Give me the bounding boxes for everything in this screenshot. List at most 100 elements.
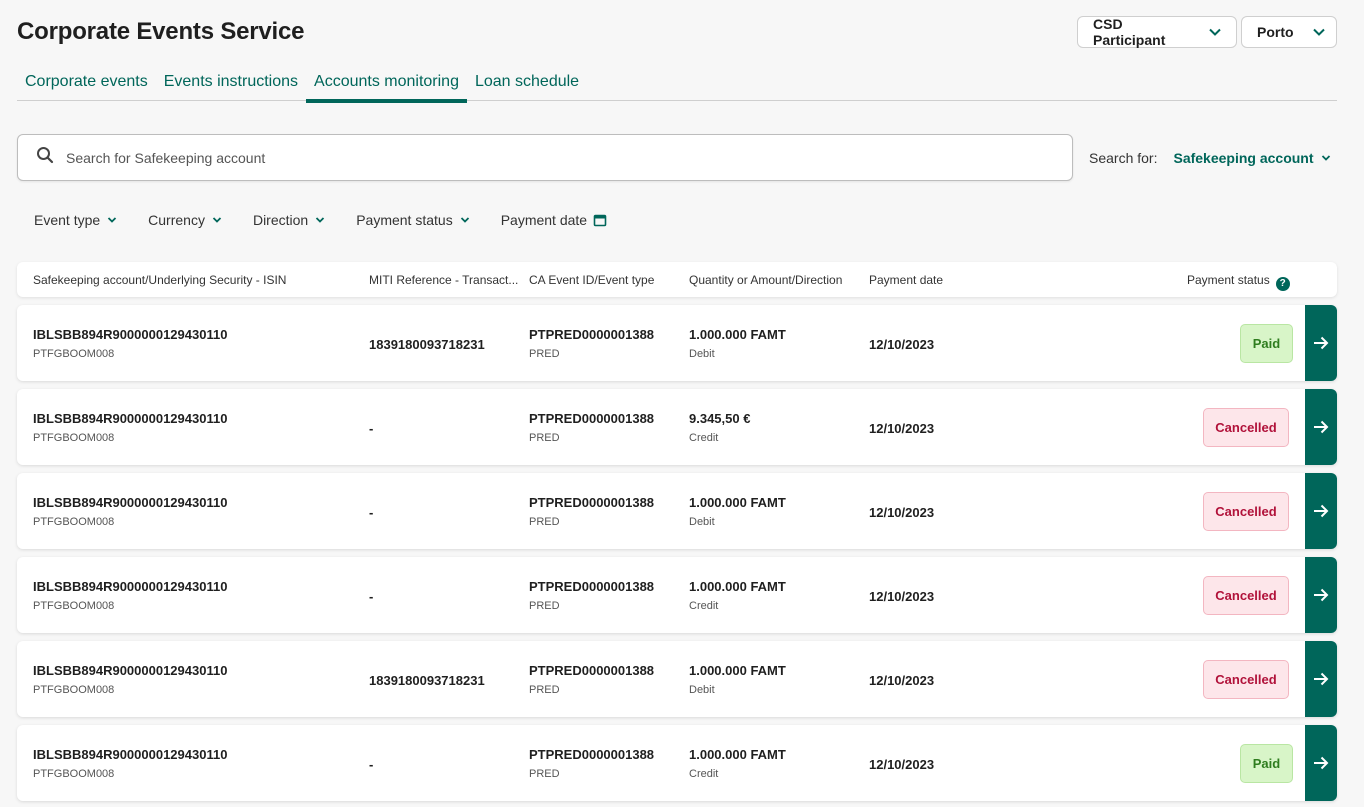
location-select-label: Porto bbox=[1257, 24, 1294, 40]
account: IBLSBB894R9000000129430110 bbox=[33, 327, 228, 342]
filter-event-type[interactable]: Event type bbox=[34, 212, 118, 228]
isin: PTFGBOOM008 bbox=[33, 516, 115, 528]
column-header: Payment status bbox=[1187, 273, 1270, 287]
open-row-button[interactable] bbox=[1305, 641, 1337, 717]
account: IBLSBB894R9000000129430110 bbox=[33, 579, 228, 594]
direction: Debit bbox=[689, 516, 715, 528]
help-icon[interactable]: ? bbox=[1275, 276, 1290, 291]
column-header: Payment date bbox=[869, 273, 944, 287]
filter-label: Direction bbox=[252, 212, 309, 228]
arrow-right-icon bbox=[1314, 336, 1329, 350]
filter-payment-status[interactable]: Payment status bbox=[356, 212, 471, 228]
event-type: PRED bbox=[529, 684, 560, 696]
isin: PTFGBOOM008 bbox=[33, 600, 115, 612]
amount-cell: 9.345,50 € Credit bbox=[689, 411, 750, 444]
arrow-right-icon bbox=[1314, 504, 1329, 518]
chevron-down-icon bbox=[108, 217, 117, 223]
search-for-value: Safekeeping account bbox=[1173, 150, 1314, 166]
amount: 1.000.000 FAMT bbox=[689, 579, 786, 594]
event-type: PRED bbox=[529, 516, 560, 528]
search-for-select[interactable]: Safekeeping account bbox=[1173, 150, 1331, 166]
arrow-right-icon bbox=[1314, 420, 1329, 434]
search-box bbox=[17, 134, 1073, 181]
chevron-down-icon bbox=[1312, 25, 1326, 39]
direction: Credit bbox=[689, 432, 719, 444]
location-select[interactable]: Porto bbox=[1241, 16, 1337, 48]
event-id: PTPRED0000001388 bbox=[529, 579, 655, 594]
chevron-down-icon bbox=[1321, 155, 1330, 161]
amount: 9.345,50 € bbox=[689, 411, 751, 426]
account: IBLSBB894R9000000129430110 bbox=[33, 495, 228, 510]
arrow-right-icon bbox=[1314, 756, 1329, 770]
event-type: PRED bbox=[529, 768, 560, 780]
account-cell: IBLSBB894R9000000129430110 PTFGBOOM008 bbox=[33, 411, 227, 444]
status-badge: Paid bbox=[1240, 324, 1293, 363]
miti-reference: - bbox=[369, 421, 374, 436]
chevron-down-icon bbox=[316, 217, 325, 223]
search-for: Search for: Safekeeping account bbox=[1089, 150, 1332, 166]
filter-label: Payment date bbox=[500, 212, 588, 228]
amount-cell: 1.000.000 FAMT Credit bbox=[689, 747, 786, 780]
tab-accounts-monitoring[interactable]: Accounts monitoring bbox=[306, 66, 467, 103]
search-for-label: Search for: bbox=[1089, 150, 1158, 166]
status-badge: Cancelled bbox=[1203, 576, 1289, 615]
open-row-button[interactable] bbox=[1305, 473, 1337, 549]
filter-currency[interactable]: Currency bbox=[148, 212, 223, 228]
tab-corporate-events[interactable]: Corporate events bbox=[17, 66, 156, 101]
payment-date: 12/10/2023 bbox=[869, 757, 935, 772]
open-row-button[interactable] bbox=[1305, 305, 1337, 381]
miti-reference: 1839180093718231 bbox=[369, 673, 485, 688]
chevron-down-icon bbox=[212, 217, 222, 223]
tab-events-instructions[interactable]: Events instructions bbox=[156, 66, 306, 101]
direction: Debit bbox=[689, 684, 715, 696]
event-cell: PTPRED0000001388 PRED bbox=[529, 663, 654, 696]
event-cell: PTPRED0000001388 PRED bbox=[529, 747, 654, 780]
filter-label: Event type bbox=[34, 212, 101, 228]
filter-label: Currency bbox=[148, 212, 205, 228]
table-row[interactable]: IBLSBB894R9000000129430110 PTFGBOOM008 - … bbox=[17, 473, 1337, 549]
participant-select[interactable]: CSD Participant bbox=[1077, 16, 1237, 48]
open-row-button[interactable] bbox=[1305, 389, 1337, 465]
table-row[interactable]: IBLSBB894R9000000129430110 PTFGBOOM008 18… bbox=[17, 305, 1337, 381]
column-header: MITI Reference - Transact... bbox=[369, 273, 519, 287]
amount: 1.000.000 FAMT bbox=[689, 663, 786, 678]
amount-cell: 1.000.000 FAMT Credit bbox=[689, 579, 786, 612]
table-row[interactable]: IBLSBB894R9000000129430110 PTFGBOOM008 - … bbox=[17, 725, 1337, 801]
payment-date: 12/10/2023 bbox=[869, 673, 935, 688]
filter-payment-date[interactable]: Payment date bbox=[501, 212, 607, 228]
column-header: CA Event ID/Event type bbox=[529, 273, 655, 287]
account-cell: IBLSBB894R9000000129430110 PTFGBOOM008 bbox=[33, 327, 227, 360]
account-cell: IBLSBB894R9000000129430110 PTFGBOOM008 bbox=[33, 747, 227, 780]
column-header: Quantity or Amount/Direction bbox=[689, 273, 843, 287]
tab-loan-schedule[interactable]: Loan schedule bbox=[467, 66, 587, 101]
account-cell: IBLSBB894R9000000129430110 PTFGBOOM008 bbox=[33, 495, 227, 528]
payment-date: 12/10/2023 bbox=[869, 589, 935, 604]
filter-direction[interactable]: Direction bbox=[253, 212, 326, 228]
status-badge: Cancelled bbox=[1203, 660, 1289, 699]
search-input[interactable] bbox=[66, 149, 966, 166]
miti-reference: - bbox=[369, 589, 374, 604]
isin: PTFGBOOM008 bbox=[33, 684, 115, 696]
direction: Credit bbox=[689, 768, 719, 780]
event-id: PTPRED0000001388 bbox=[529, 495, 655, 510]
status-badge: Cancelled bbox=[1203, 408, 1289, 447]
table-row[interactable]: IBLSBB894R9000000129430110 PTFGBOOM008 - … bbox=[17, 389, 1337, 465]
miti-reference: - bbox=[369, 505, 374, 520]
table-header: Safekeeping account/Underlying Security … bbox=[17, 262, 1337, 297]
table-row[interactable]: IBLSBB894R9000000129430110 PTFGBOOM008 - … bbox=[17, 557, 1337, 633]
column-header: Safekeeping account/Underlying Security … bbox=[33, 273, 287, 287]
chevron-down-icon bbox=[460, 217, 469, 223]
event-cell: PTPRED0000001388 PRED bbox=[529, 327, 654, 360]
payment-date: 12/10/2023 bbox=[869, 421, 935, 436]
direction: Debit bbox=[689, 348, 715, 360]
tab-bar: Corporate events Events instructions Acc… bbox=[17, 66, 1337, 103]
open-row-button[interactable] bbox=[1305, 725, 1337, 801]
miti-reference: - bbox=[369, 757, 374, 772]
page-title: Corporate Events Service bbox=[17, 18, 305, 45]
open-row-button[interactable] bbox=[1305, 557, 1337, 633]
event-type: PRED bbox=[529, 348, 560, 360]
calendar-icon bbox=[593, 214, 607, 227]
status-badge: Paid bbox=[1240, 744, 1293, 783]
table-row[interactable]: IBLSBB894R9000000129430110 PTFGBOOM008 18… bbox=[17, 641, 1337, 717]
event-id: PTPRED0000001388 bbox=[529, 747, 655, 762]
